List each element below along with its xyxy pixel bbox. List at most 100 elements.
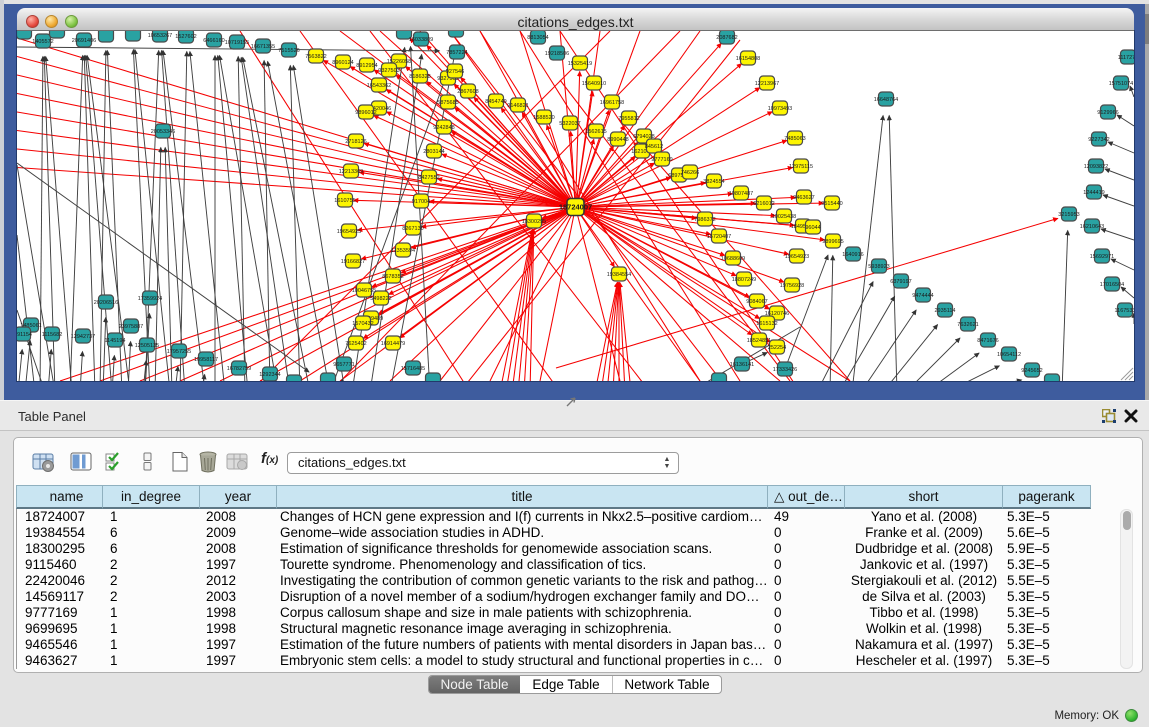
svg-text:5875685: 5875685 [437, 100, 458, 106]
svg-text:7625402: 7625402 [345, 341, 366, 347]
svg-text:10688609: 10688609 [721, 256, 745, 262]
svg-text:11353594: 11353594 [391, 248, 415, 254]
svg-text:15720407: 15720407 [707, 234, 731, 240]
svg-text:3215953: 3215953 [1058, 212, 1079, 218]
svg-text:1527602: 1527602 [175, 34, 196, 40]
svg-text:10654112: 10654112 [997, 352, 1021, 358]
svg-text:391154: 391154 [17, 332, 32, 338]
svg-text:1610755: 1610755 [334, 198, 355, 204]
svg-text:17333426: 17333426 [773, 367, 797, 373]
svg-text:19384554: 19384554 [607, 272, 631, 278]
svg-text:6379197: 6379197 [890, 279, 911, 285]
svg-text:15692971: 15692971 [1090, 254, 1114, 260]
svg-text:20206516: 20206516 [94, 300, 118, 306]
svg-text:6216012: 6216012 [753, 201, 774, 207]
svg-text:9129966: 9129966 [1097, 110, 1118, 116]
svg-text:2867608: 2867608 [457, 89, 478, 95]
svg-text:1167533: 1167533 [1114, 308, 1134, 314]
svg-text:16648764: 16648764 [874, 97, 898, 103]
svg-text:19756928: 19756928 [780, 283, 804, 289]
svg-text:8267130: 8267130 [402, 226, 423, 232]
svg-text:12975115: 12975115 [789, 164, 813, 170]
svg-text:8427552: 8427552 [418, 175, 439, 181]
svg-text:9245652: 9245652 [1021, 368, 1042, 374]
svg-text:9896012: 9896012 [355, 110, 376, 116]
svg-text:9777169: 9777169 [651, 157, 672, 163]
svg-text:2087682: 2087682 [716, 35, 737, 41]
svg-text:15751074: 15751074 [1109, 81, 1133, 87]
svg-text:12213967: 12213967 [755, 81, 779, 87]
svg-text:9899695: 9899695 [822, 239, 843, 245]
svg-text:1244419: 1244419 [1083, 190, 1104, 196]
svg-text:7955812: 7955812 [618, 116, 639, 122]
svg-text:7986372: 7986372 [694, 217, 715, 223]
svg-text:16782759: 16782759 [227, 366, 251, 372]
svg-text:10958117: 10958117 [194, 357, 218, 363]
svg-text:18724007: 18724007 [559, 203, 592, 212]
svg-text:9657771: 9657771 [333, 362, 354, 368]
svg-text:18807249: 18807249 [732, 277, 756, 283]
svg-text:16136141: 16136141 [730, 362, 754, 368]
svg-text:8990448: 8990448 [607, 137, 628, 143]
svg-text:10973493: 10973493 [768, 106, 792, 112]
svg-text:8678352: 8678352 [382, 274, 403, 280]
svg-text:7485063: 7485063 [784, 136, 805, 142]
svg-text:5498222: 5498222 [370, 296, 391, 302]
svg-text:10719155: 10719155 [225, 40, 249, 46]
svg-text:9242848: 9242848 [433, 125, 454, 131]
svg-text:12942737: 12942737 [71, 334, 95, 340]
svg-text:19654925: 19654925 [337, 229, 361, 235]
svg-text:9084067: 9084067 [746, 299, 767, 305]
svg-text:8471676: 8471676 [977, 338, 998, 344]
svg-text:1640916: 1640916 [842, 252, 863, 258]
svg-text:7632621: 7632621 [957, 322, 978, 328]
svg-text:18300295: 18300295 [522, 219, 546, 225]
svg-text:1292344: 1292344 [259, 372, 280, 378]
svg-text:20053346: 20053346 [151, 129, 175, 135]
svg-text:3824554: 3824554 [703, 179, 724, 185]
svg-text:19654923: 19654923 [785, 254, 809, 260]
svg-text:12093822: 12093822 [1084, 164, 1108, 170]
svg-text:917004: 917004 [412, 199, 430, 205]
svg-text:8912954: 8912954 [356, 63, 377, 69]
svg-text:2718126: 2718126 [345, 139, 366, 145]
svg-text:96044: 96044 [805, 225, 820, 231]
svg-text:18524851: 18524851 [747, 338, 771, 344]
svg-text:5938923: 5938923 [868, 264, 889, 270]
svg-text:1145194: 1145194 [104, 338, 125, 344]
svg-text:6466160: 6466160 [203, 38, 224, 44]
svg-text:8186328: 8186328 [409, 74, 430, 80]
svg-text:15640910: 15640910 [582, 81, 606, 87]
svg-text:23975887: 23975887 [119, 324, 143, 330]
svg-text:10025438: 10025438 [772, 214, 796, 220]
svg-text:927546: 927546 [446, 69, 464, 75]
svg-text:9227342: 9227342 [1088, 137, 1109, 143]
svg-text:12505135: 12505135 [135, 343, 159, 349]
svg-text:9146821: 9146821 [507, 103, 528, 109]
svg-text:252254: 252254 [768, 345, 786, 351]
svg-text:16671355: 16671355 [251, 44, 275, 50]
svg-text:2803144: 2803144 [423, 149, 444, 155]
svg-text:15716485: 15716485 [401, 366, 425, 372]
svg-text:1562615: 1562615 [585, 129, 606, 135]
svg-text:16961758: 16961758 [600, 100, 624, 106]
svg-text:7857224: 7857224 [446, 50, 467, 56]
svg-text:16154808: 16154808 [736, 56, 760, 62]
svg-text:10807487: 10807487 [729, 191, 753, 197]
svg-text:19218506: 19218506 [545, 51, 569, 57]
svg-text:9463627: 9463627 [793, 195, 814, 201]
svg-text:20691406: 20691406 [72, 38, 96, 44]
svg-text:746266: 746266 [681, 170, 699, 176]
svg-text:1115682: 1115682 [42, 332, 63, 338]
svg-text:1615132: 1615132 [756, 321, 777, 327]
svg-text:16914479: 16914479 [381, 341, 405, 347]
svg-text:7515526: 7515526 [278, 48, 299, 54]
svg-text:16210643: 16210643 [1080, 224, 1104, 230]
svg-text:1405572: 1405572 [32, 39, 53, 45]
svg-text:5322037: 5322037 [559, 121, 580, 127]
svg-text:9327503: 9327503 [378, 68, 399, 74]
svg-text:16543362: 16543362 [367, 83, 391, 89]
svg-text:7563822: 7563822 [305, 54, 326, 60]
svg-text:8454749: 8454749 [485, 99, 506, 105]
svg-text:1570432: 1570432 [352, 321, 373, 327]
